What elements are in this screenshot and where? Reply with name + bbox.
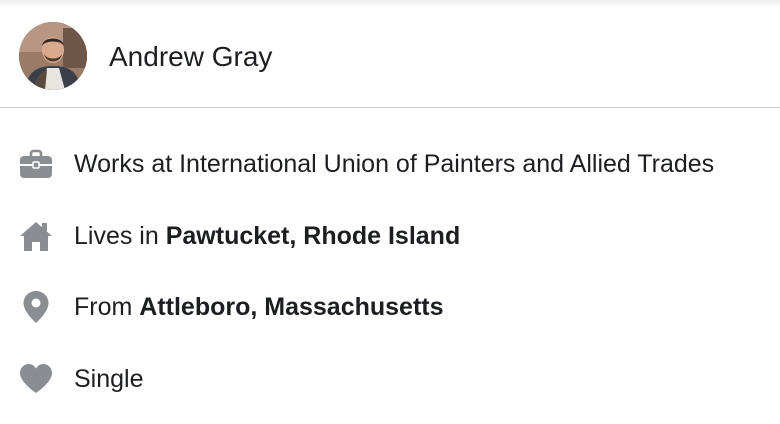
lives-place-link[interactable]: Pawtucket, Rhode Island — [166, 222, 461, 250]
work-label: Works at International Union of Painters… — [74, 150, 715, 178]
profile-name[interactable]: Andrew Gray — [109, 41, 272, 73]
briefcase-icon — [19, 147, 53, 181]
lives-text: Lives in Pawtucket, Rhode Island — [74, 220, 460, 252]
location-pin-icon — [19, 290, 53, 324]
avatar-photo — [19, 22, 87, 90]
work-info-row: Works at International Union of Painters… — [0, 144, 780, 184]
relationship-info-row: Single — [0, 359, 780, 399]
from-text: From Attleboro, Massachusetts — [74, 291, 444, 323]
lives-info-row: Lives in Pawtucket, Rhode Island — [0, 216, 780, 256]
heart-icon — [19, 362, 53, 396]
top-edge-shadow — [0, 0, 780, 8]
from-prefix: From — [74, 293, 140, 321]
from-place-link[interactable]: Attleboro, Massachusetts — [139, 293, 443, 321]
relationship-text: Single — [74, 365, 144, 393]
avatar[interactable] — [19, 22, 87, 90]
from-info-row: From Attleboro, Massachusetts — [0, 287, 780, 327]
work-text: Works at International Union of Painters… — [74, 148, 714, 180]
profile-header: Andrew Gray — [0, 8, 780, 108]
home-icon — [19, 219, 53, 253]
lives-prefix: Lives in — [74, 222, 166, 250]
